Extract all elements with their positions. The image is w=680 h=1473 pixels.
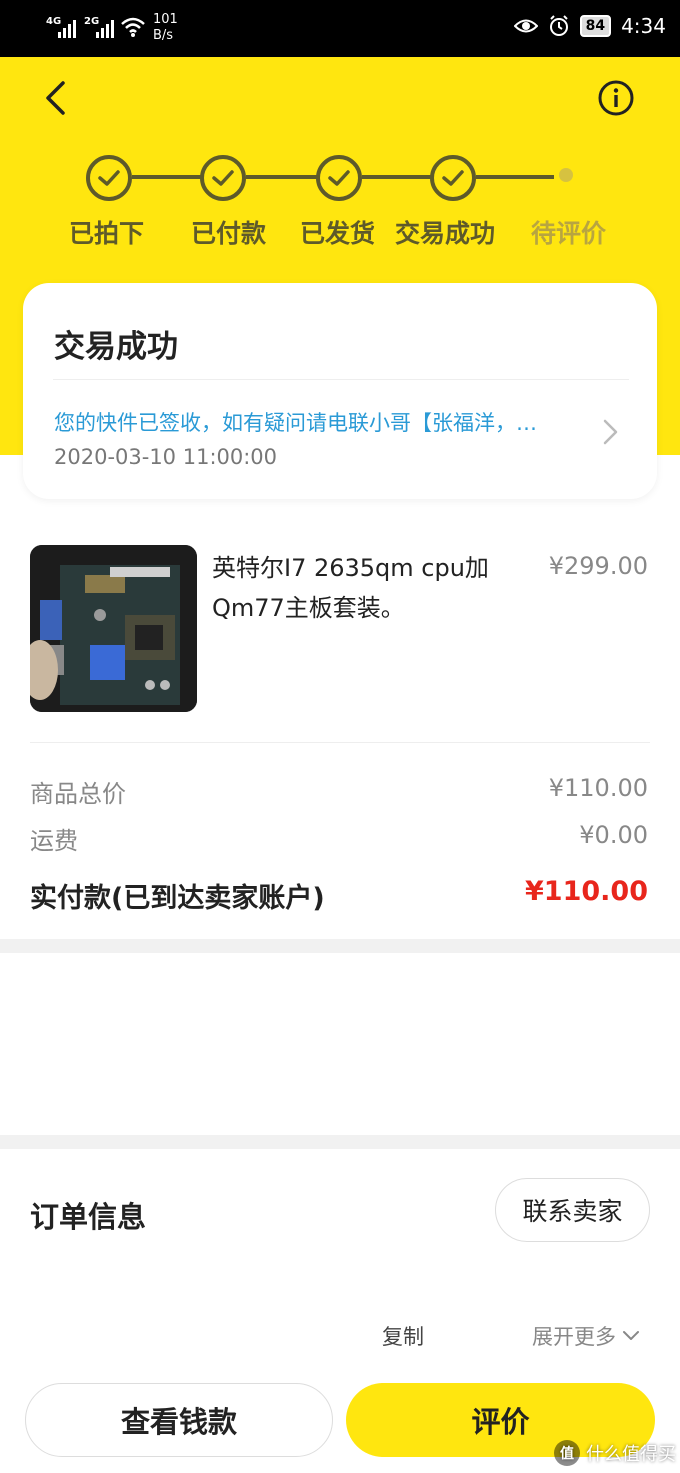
section-separator — [0, 1135, 680, 1149]
product-image[interactable] — [30, 545, 197, 712]
step-check-icon — [316, 155, 362, 201]
logistics-message[interactable]: 您的快件已签收，如有疑问请电联小哥【张福洋，… — [54, 407, 574, 437]
motherboard-photo — [30, 545, 197, 712]
copy-button[interactable]: 复制 — [382, 1321, 424, 1351]
divider — [53, 379, 629, 380]
shipping-value: ¥0.00 — [579, 821, 648, 849]
network-speed: 101 B/s — [153, 12, 178, 44]
step-connector — [362, 175, 434, 179]
step-check-icon — [86, 155, 132, 201]
logistics-time: 2020-03-10 11:00:00 — [54, 445, 278, 469]
step-label-paid: 已付款 — [191, 219, 267, 248]
speed-value: 101 — [153, 12, 178, 27]
product-price: ¥299.00 — [548, 552, 648, 580]
divider — [30, 742, 650, 743]
signal-strength-icon — [58, 20, 76, 38]
speed-unit: B/s — [153, 28, 174, 43]
chevron-down-icon — [623, 1331, 639, 1340]
step-label-shipped: 已发货 — [300, 219, 376, 248]
back-button[interactable] — [38, 78, 78, 118]
step-pending-dot — [559, 168, 573, 182]
status-title: 交易成功 — [54, 329, 178, 365]
step-check-icon — [200, 155, 246, 201]
goods-total-value: ¥110.00 — [548, 774, 648, 802]
product-title[interactable]: 英特尔I7 2635qm cpu加Qm77主板套装。 — [212, 548, 512, 628]
wifi-icon — [121, 17, 145, 37]
view-money-button[interactable]: 查看钱款 — [25, 1383, 333, 1457]
clock: 4:34 — [621, 14, 666, 38]
watermark-text: 什么值得买 — [586, 1444, 676, 1465]
step-check-icon — [430, 155, 476, 201]
alarm-icon — [549, 15, 568, 36]
step-connector — [476, 175, 554, 179]
contact-seller-button[interactable]: 联系卖家 — [495, 1178, 650, 1242]
expand-more-label: 展开更多 — [532, 1325, 616, 1349]
step-label-completed: 交易成功 — [395, 219, 496, 248]
step-label-ordered: 已拍下 — [69, 219, 145, 248]
watermark: 值 什么值得买 — [554, 1440, 676, 1466]
info-button[interactable] — [596, 78, 636, 118]
status-bar: 4G 2G 101 B/s 84 4:34 — [0, 0, 680, 57]
order-status-card: 交易成功 您的快件已签收，如有疑问请电联小哥【张福洋，… 2020-03-10 … — [23, 283, 657, 499]
step-connector — [132, 175, 204, 179]
goods-total-label: 商品总价 — [30, 780, 126, 808]
step-connector — [246, 175, 318, 179]
battery-indicator: 84 — [579, 15, 612, 37]
chevron-right-icon[interactable] — [599, 417, 621, 447]
step-label-to-review: 待评价 — [531, 219, 607, 248]
signal-strength-icon — [96, 20, 114, 38]
eye-icon — [513, 19, 538, 33]
shipping-label: 运费 — [30, 827, 78, 855]
section-separator — [0, 939, 680, 953]
order-info-title: 订单信息 — [30, 1200, 147, 1234]
paid-amount-label: 实付款(已到达卖家账户) — [30, 883, 325, 914]
info-icon — [598, 80, 634, 116]
paid-amount-value: ¥110.00 — [525, 876, 648, 907]
chevron-left-icon — [46, 81, 65, 115]
watermark-logo-icon: 值 — [554, 1440, 580, 1466]
expand-more-button[interactable]: 展开更多 — [532, 1321, 640, 1351]
